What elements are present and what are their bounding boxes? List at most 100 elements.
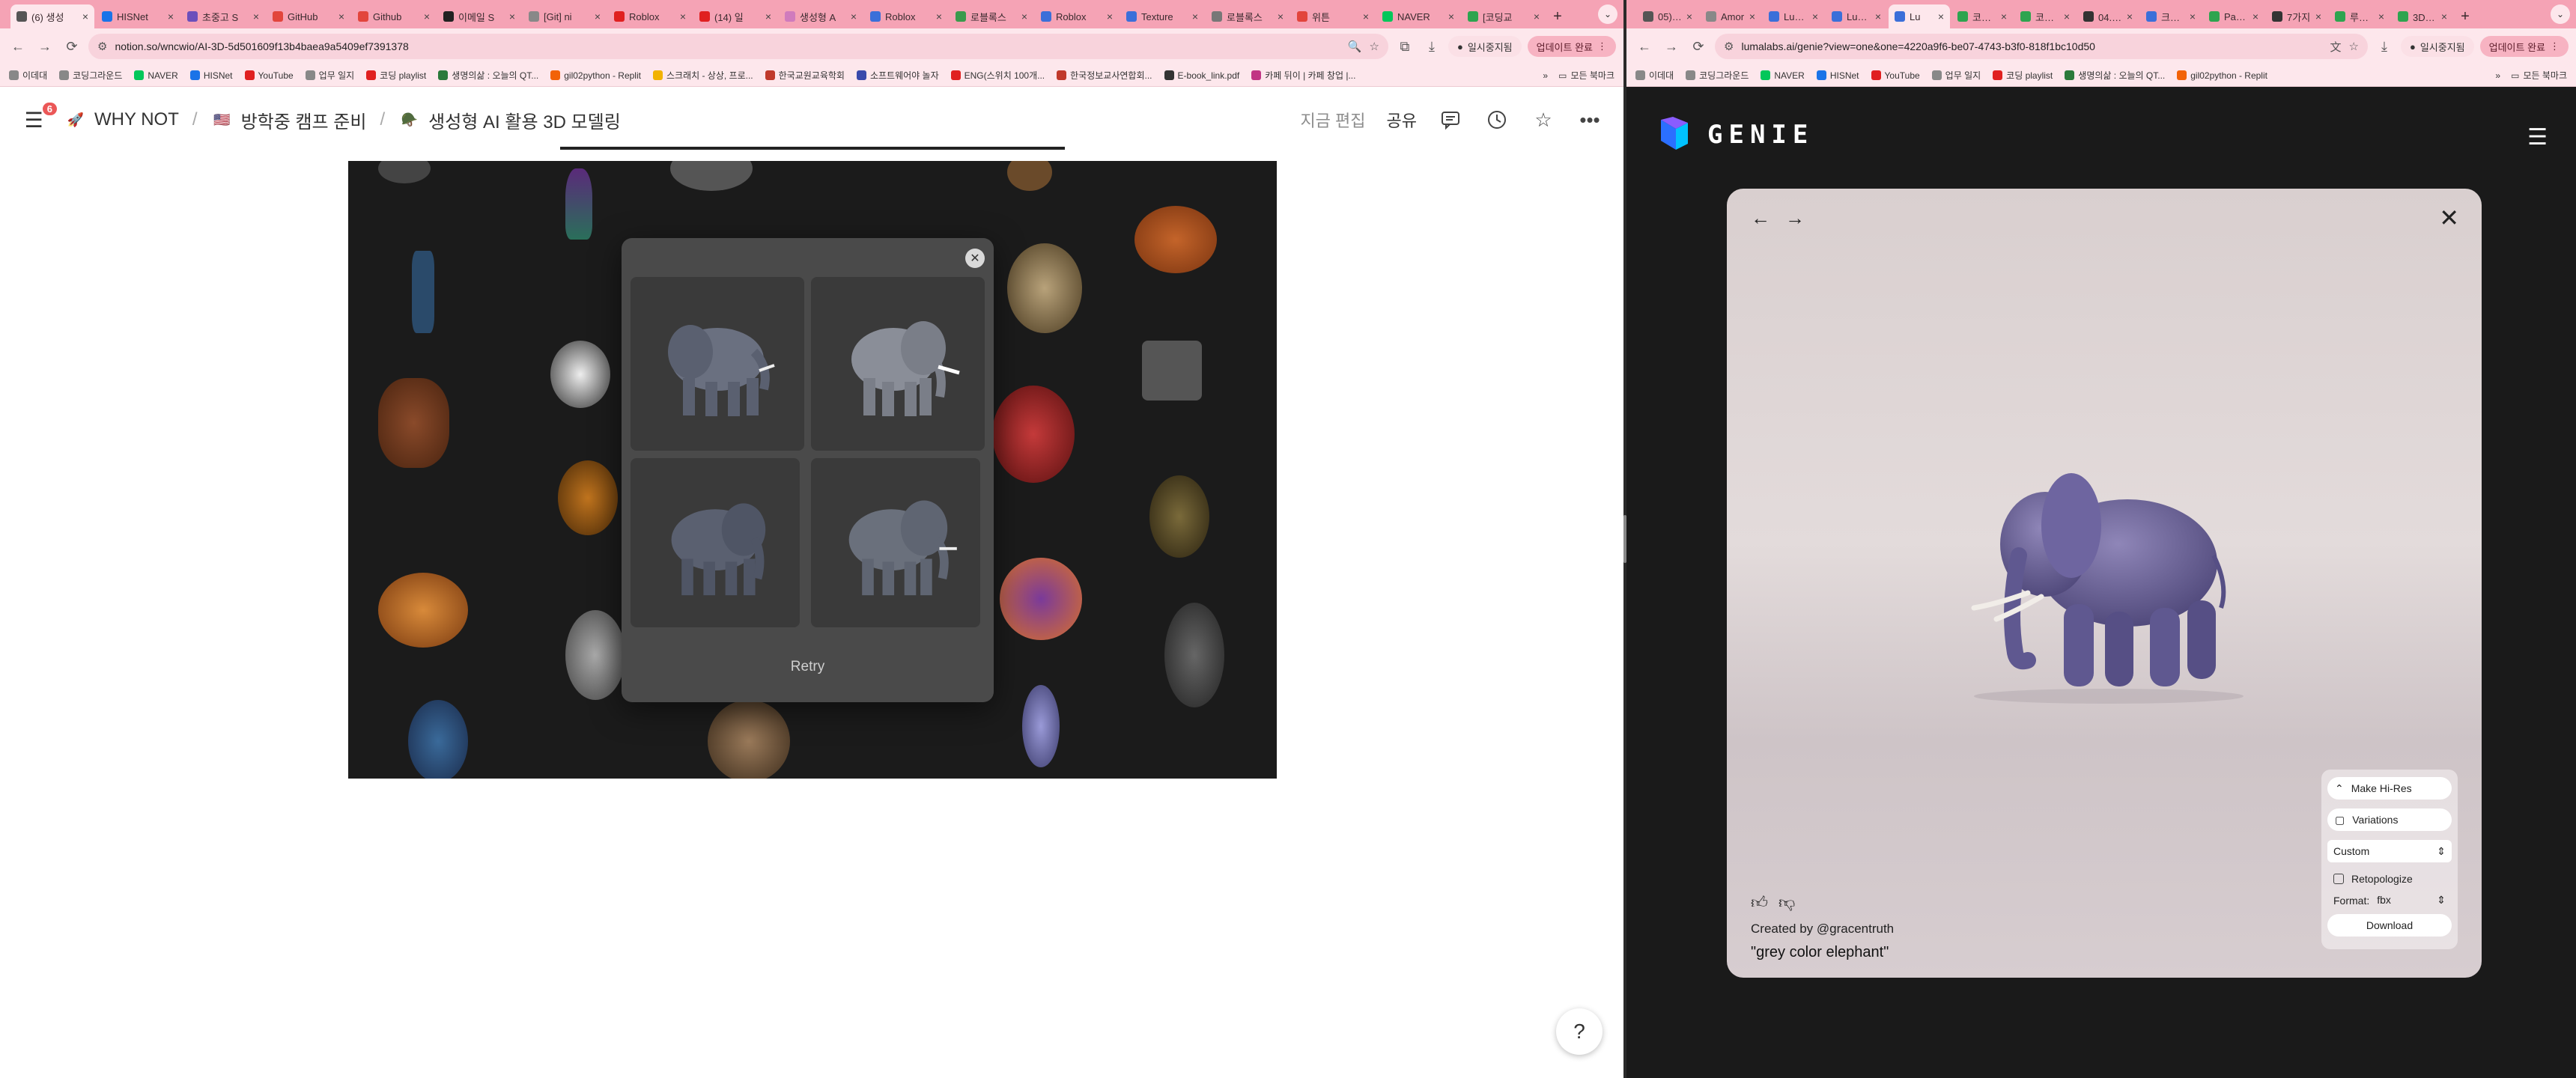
download-button[interactable]: Download [2327, 914, 2452, 937]
more-bookmarks-icon[interactable]: » [1543, 70, 1548, 81]
tab-close-icon[interactable]: × [1686, 10, 1692, 22]
translate-icon[interactable]: 文 [2330, 39, 2341, 55]
share-button[interactable]: 공유 [1387, 108, 1417, 132]
browser-tab[interactable]: 루마 a × [2329, 4, 2390, 28]
browser-tab[interactable]: Github × [352, 4, 436, 28]
bookmark-item[interactable]: 카페 뒤이 | 카페 창업 |... [1251, 69, 1355, 82]
tab-search-button[interactable]: ⌄ [1598, 4, 1617, 24]
close-icon[interactable]: ✕ [965, 249, 985, 268]
tab-close-icon[interactable]: × [2378, 10, 2384, 22]
tab-close-icon[interactable]: × [1749, 10, 1755, 22]
genie-logo[interactable]: GENIE [1658, 117, 1814, 153]
browser-tab[interactable]: Papag × [2203, 4, 2264, 28]
tab-close-icon[interactable]: × [253, 10, 259, 22]
browser-tab[interactable]: 생성형 A × [779, 4, 863, 28]
sidebar-toggle-button[interactable]: ☰ 6 [21, 103, 57, 133]
bookmark-item[interactable]: ENG(스위치 100개... [950, 69, 1045, 82]
breadcrumb-item-camp[interactable]: 🇺🇸 방학중 캠프 준비 [211, 107, 366, 133]
previous-arrow-icon[interactable]: ← [1751, 207, 1770, 230]
site-info-icon[interactable]: ⚙ [97, 40, 107, 53]
bookmark-item[interactable]: NAVER [134, 70, 178, 81]
bookmark-item[interactable]: HISNet [189, 70, 233, 81]
bookmark-item[interactable]: E-book_link.pdf [1164, 70, 1239, 81]
tab-close-icon[interactable]: × [1448, 10, 1454, 22]
breadcrumb-item-page[interactable]: 🪖 생성형 AI 활용 3D 모델링 [398, 107, 621, 133]
elephant-3d-model[interactable] [1944, 458, 2258, 705]
variations-button[interactable]: ▢ Variations [2327, 808, 2452, 831]
forward-button[interactable]: → [34, 36, 55, 57]
tab-search-button[interactable]: ⌄ [2551, 4, 2570, 24]
tab-close-icon[interactable]: × [82, 10, 88, 22]
format-select[interactable]: fbx ⇕ [2377, 894, 2446, 907]
reload-button[interactable]: ⟳ [1688, 36, 1709, 57]
browser-tab[interactable]: Roblox × [1035, 4, 1119, 28]
all-bookmarks-button[interactable]: ▭ 모든 북마크 [1558, 69, 1614, 82]
menu-icon[interactable]: ☰ [2527, 124, 2548, 150]
browser-tab[interactable]: GitHub × [267, 4, 350, 28]
back-button[interactable]: ← [1634, 36, 1655, 57]
tab-close-icon[interactable]: × [1363, 10, 1369, 22]
thumbs-down-icon[interactable]: 👎︎ [1778, 892, 1795, 913]
bookmark-item[interactable]: 코딩 playlist [1993, 69, 2053, 82]
browser-tab[interactable]: NAVER × [1376, 4, 1460, 28]
bookmark-item[interactable]: 이데대 [9, 69, 47, 82]
browser-tab[interactable]: 코딩그 × [2014, 4, 2076, 28]
forward-button[interactable]: → [1661, 36, 1682, 57]
make-hires-button[interactable]: ⌃ Make Hi-Res [2327, 777, 2452, 800]
bookmark-item[interactable]: 코딩 playlist [366, 69, 426, 82]
tab-close-icon[interactable]: × [680, 10, 686, 22]
bookmark-item[interactable]: 한국교원교육학회 [765, 69, 845, 82]
url-text[interactable]: notion.so/wncwio/AI-3D-5d501609f13b4baea… [115, 40, 1340, 52]
tab-close-icon[interactable]: × [1192, 10, 1198, 22]
tab-close-icon[interactable]: × [936, 10, 942, 22]
bookmark-item[interactable]: 스크래치 - 상상, 프로... [652, 69, 753, 82]
bookmark-item[interactable]: 코딩그라운드 [59, 69, 122, 82]
bookmark-item[interactable]: YouTube [244, 70, 294, 81]
result-thumbnail[interactable] [631, 458, 800, 627]
browser-tab[interactable]: Amor × [1700, 4, 1761, 28]
tab-close-icon[interactable]: × [2001, 10, 2007, 22]
extensions-icon[interactable]: ⧉ [1394, 36, 1415, 57]
browser-tab[interactable]: 로블록스 × [1206, 4, 1289, 28]
next-arrow-icon[interactable]: → [1785, 207, 1805, 230]
result-thumbnail[interactable] [811, 458, 980, 627]
profile-button[interactable]: ● 일시중지됨 [2400, 36, 2474, 57]
tab-close-icon[interactable]: × [509, 10, 515, 22]
browser-tab[interactable]: 크리에 × [2140, 4, 2202, 28]
export-preset-select[interactable]: Custom ⇕ [2327, 840, 2452, 862]
bookmark-star-icon[interactable]: ☆ [2349, 40, 2359, 53]
tab-close-icon[interactable]: × [1021, 10, 1027, 22]
download-icon[interactable]: ⤓ [2374, 36, 2395, 57]
favorite-star-icon[interactable]: ☆ [1531, 107, 1556, 133]
retry-button[interactable]: Retry [622, 659, 994, 675]
bookmark-item[interactable]: 코딩그라운드 [1686, 69, 1749, 82]
bookmark-item[interactable]: gil02python - Replit [2177, 70, 2267, 81]
result-thumbnail[interactable] [631, 277, 804, 451]
browser-tab[interactable]: Roblox × [608, 4, 692, 28]
download-icon[interactable]: ⤓ [1421, 36, 1442, 57]
browser-tab[interactable]: Luma × [1826, 4, 1887, 28]
tab-close-icon[interactable]: × [1875, 10, 1881, 22]
url-text[interactable]: lumalabs.ai/genie?view=one&one=4220a9f6-… [1741, 40, 2322, 52]
thumbs-up-icon[interactable]: 👍︎ [1751, 892, 1768, 913]
browser-tab[interactable]: HISNet × [96, 4, 180, 28]
embedded-video[interactable]: ✕ Retry [348, 161, 1277, 779]
browser-tab[interactable]: (6) 생성 × [10, 4, 94, 28]
tab-close-icon[interactable]: × [851, 10, 857, 22]
bookmark-item[interactable]: 한국정보교사연합회... [1057, 69, 1152, 82]
more-options-icon[interactable]: ••• [1577, 107, 1603, 133]
bookmark-item[interactable]: 업무 일지 [305, 69, 354, 82]
bookmark-item[interactable]: NAVER [1761, 70, 1805, 81]
tab-close-icon[interactable]: × [338, 10, 344, 22]
tab-close-icon[interactable]: × [1278, 10, 1284, 22]
tab-close-icon[interactable]: × [2253, 10, 2258, 22]
bookmark-star-icon[interactable]: ☆ [1370, 40, 1379, 53]
tab-close-icon[interactable]: × [1812, 10, 1818, 22]
comment-icon[interactable] [1438, 107, 1463, 133]
new-tab-button[interactable]: + [2455, 6, 2476, 27]
browser-tab[interactable]: 코딩그 × [1951, 4, 2013, 28]
browser-tab[interactable]: 04. 신 × [2077, 4, 2139, 28]
tab-close-icon[interactable]: × [595, 10, 601, 22]
tab-close-icon[interactable]: × [2315, 10, 2321, 22]
bookmark-item[interactable]: 생명의삶 : 오늘의 QT... [438, 69, 538, 82]
